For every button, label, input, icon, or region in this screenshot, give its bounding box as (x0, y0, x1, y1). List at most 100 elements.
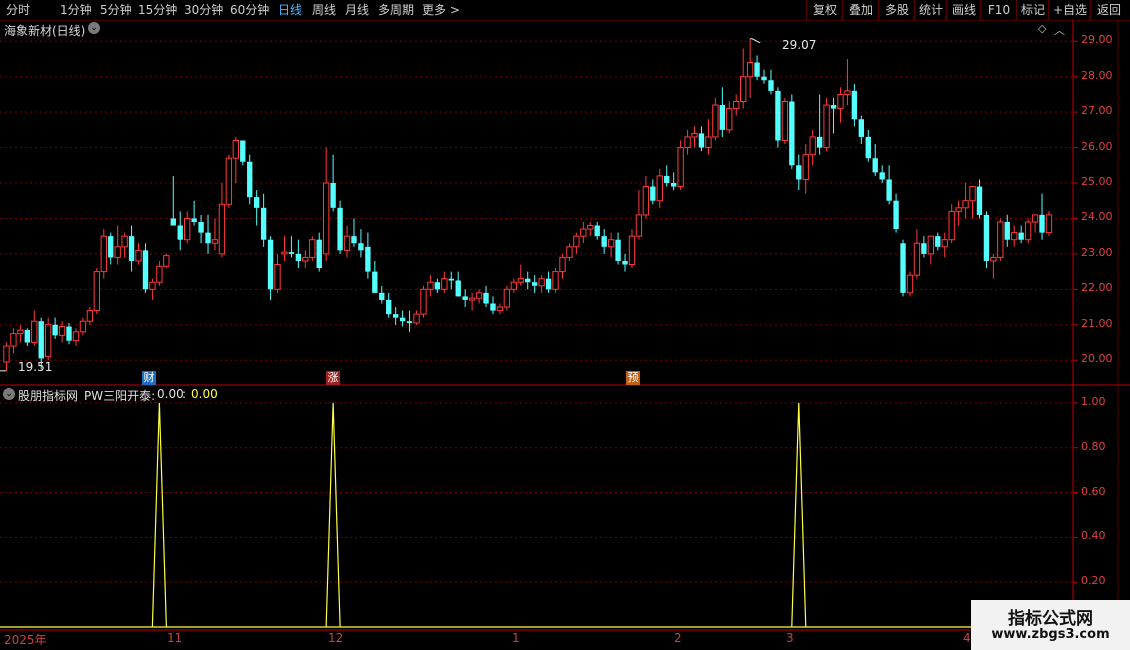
candle-body-down (247, 161, 253, 198)
candle-body-down (142, 250, 149, 290)
candle-body-up (135, 249, 142, 262)
candle-body-up (3, 345, 10, 363)
candle-body-down (622, 260, 628, 265)
candle-body-up (705, 136, 712, 149)
candle-body-up (427, 281, 434, 290)
candle-body-up (510, 281, 517, 290)
candle-body-down (698, 133, 705, 148)
candle-body-down (768, 80, 774, 91)
candle-body-up (948, 210, 955, 241)
event-marker-finance[interactable]: 财 (142, 371, 156, 385)
candle-body-down (177, 225, 183, 240)
candle-body-up (927, 235, 935, 255)
candle-body-down (796, 165, 802, 180)
candle-body-up (635, 214, 643, 237)
watermark-title: 指标公式网 (1008, 609, 1093, 629)
candle-body-up (156, 265, 163, 283)
time-label-nov: 11 (167, 631, 183, 645)
candle-body-up (413, 313, 420, 324)
candle-body-up (163, 255, 170, 267)
candle-body-down (358, 243, 364, 251)
candle-body-down (775, 90, 781, 141)
candle-body-down (448, 278, 454, 281)
candle-body-down (532, 282, 538, 286)
indicator-value-2: 0.00 (191, 387, 218, 401)
candle-body-up (580, 228, 587, 237)
event-marker-forecast[interactable]: 预 (626, 371, 640, 385)
candle-body-up (31, 320, 38, 343)
candle-body-down (260, 207, 267, 240)
candle-body-up (441, 278, 448, 290)
indicator-separator: : (182, 387, 187, 401)
price-tick-label: 28.00 (1081, 68, 1113, 82)
candle-body-up (559, 256, 566, 273)
candle-body-up (114, 246, 121, 258)
candle-body-up (906, 274, 914, 294)
candle-body-down (267, 239, 274, 290)
indicator-series (0, 402, 1073, 628)
candle-body-up (809, 136, 816, 156)
event-marker-limit-up[interactable]: 涨 (326, 371, 340, 385)
candle-body-up (100, 235, 107, 273)
time-label-feb: 2 (674, 631, 682, 645)
candle-body-down (601, 236, 607, 247)
candle-body-up (587, 225, 594, 230)
time-label-year: 2025年 (4, 633, 47, 647)
candle-body-up (1031, 214, 1039, 223)
candle-body-up (86, 310, 94, 322)
candle-body-up (955, 207, 962, 212)
candle-body-down (879, 172, 885, 180)
candle-body-down (851, 90, 858, 120)
candle-body-down (525, 278, 531, 283)
chevron-down-icon[interactable]: ⌄ (88, 22, 100, 34)
candle-body-down (921, 243, 927, 254)
candle-body-up (211, 239, 219, 244)
candlestick-series (0, 38, 1053, 372)
indicator-spike (325, 402, 341, 628)
candle-body-down (900, 243, 906, 293)
indicator-menu-icon[interactable]: ⌄ (3, 388, 15, 400)
candle-body-down (330, 183, 336, 208)
expand-icon[interactable]: ︿ (1054, 22, 1065, 38)
candle-body-up (566, 246, 573, 258)
candle-body-down (128, 236, 135, 261)
candle-body-up (232, 139, 239, 159)
low-price-label: 19.51 (18, 360, 53, 374)
candle-body-up (149, 281, 156, 290)
candle-body-up (1011, 232, 1018, 241)
candle-body-up (503, 288, 511, 308)
candle-body-up (997, 221, 1004, 258)
candle-body-down (170, 218, 176, 226)
candle-body-down (365, 246, 371, 272)
indicator-spike (151, 402, 167, 628)
candle-body-down (399, 317, 406, 322)
candle-body-down (372, 271, 378, 293)
candle-body-up (1024, 221, 1032, 241)
candle-body-down (858, 119, 864, 137)
candle-body-down (386, 299, 392, 315)
price-tick-label: 22.00 (1081, 281, 1113, 295)
candle-body-down (1018, 232, 1024, 240)
indicator-value-1: 0.00 (157, 387, 184, 401)
indicator-formula: PW三阳开泰: (84, 389, 156, 403)
candle-body-down (761, 76, 767, 81)
candle-body-up (218, 203, 226, 255)
indicator-tick-label: 0.80 (1081, 439, 1106, 453)
candle-body-up (656, 175, 663, 202)
candle-body-down (545, 278, 552, 290)
price-tick-label: 27.00 (1081, 104, 1113, 118)
candle-body-down (865, 136, 871, 159)
price-tick-label: 26.00 (1081, 139, 1113, 153)
candle-body-up (58, 326, 66, 336)
price-tick-label: 23.00 (1081, 245, 1113, 259)
time-label-jan: 1 (512, 631, 520, 645)
candle-body-up (10, 333, 17, 347)
candle-body-down (379, 292, 385, 300)
candle-body-up (844, 90, 851, 95)
candle-body-down (288, 252, 295, 254)
candle-body-up (93, 271, 101, 312)
diamond-icon[interactable]: ◇ (1038, 22, 1046, 35)
candle-body-down (254, 197, 260, 208)
candle-body-up (823, 104, 830, 149)
indicator-tick-label: 0.40 (1081, 529, 1106, 543)
